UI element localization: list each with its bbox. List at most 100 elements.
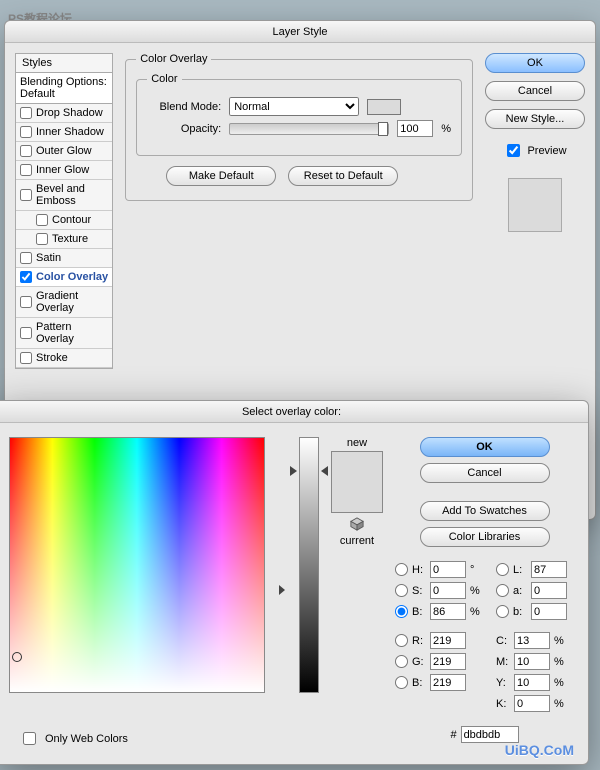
opacity-slider[interactable] [229, 123, 389, 135]
c-input[interactable] [514, 632, 550, 649]
s-radio[interactable] [395, 584, 408, 597]
opacity-input[interactable] [397, 120, 433, 137]
l-radio[interactable] [496, 563, 509, 576]
m-label: M: [496, 656, 510, 668]
m-input[interactable] [514, 653, 550, 670]
style-color-overlay[interactable]: Color Overlay [16, 268, 112, 287]
stroke-label: Stroke [36, 352, 68, 364]
s-label: S: [412, 585, 426, 597]
brightness-strip[interactable] [299, 437, 319, 693]
watermark-bottom: UiBQ.CoM [505, 742, 574, 758]
y-unit: % [554, 677, 566, 689]
preview-swatch [508, 178, 562, 232]
strip-knob-right-icon[interactable] [321, 466, 328, 476]
stroke-checkbox[interactable] [20, 352, 32, 364]
a-input[interactable] [531, 582, 567, 599]
gradient-overlay-label: Gradient Overlay [36, 290, 108, 314]
style-satin[interactable]: Satin [16, 249, 112, 268]
outer-glow-checkbox[interactable] [20, 145, 32, 157]
color-libraries-button[interactable]: Color Libraries [420, 527, 550, 547]
style-texture[interactable]: Texture [16, 230, 112, 249]
h-unit: ° [470, 564, 482, 576]
opacity-unit: % [441, 123, 451, 135]
g-radio[interactable] [395, 655, 408, 668]
b-input[interactable] [430, 603, 466, 620]
lab-b-input[interactable] [531, 603, 567, 620]
contour-label: Contour [52, 214, 91, 226]
picker-cancel-button[interactable]: Cancel [420, 463, 550, 483]
cube-icon[interactable] [350, 517, 364, 531]
k-unit: % [554, 698, 566, 710]
s-input[interactable] [430, 582, 466, 599]
color-spectrum[interactable] [9, 437, 265, 693]
h-input[interactable] [430, 561, 466, 578]
gradient-overlay-checkbox[interactable] [20, 296, 32, 308]
contour-checkbox[interactable] [36, 214, 48, 226]
style-pattern-overlay[interactable]: Pattern Overlay [16, 318, 112, 349]
inner-glow-checkbox[interactable] [20, 164, 32, 176]
y-input[interactable] [514, 674, 550, 691]
satin-label: Satin [36, 252, 61, 264]
a-radio[interactable] [496, 584, 509, 597]
pattern-overlay-checkbox[interactable] [20, 327, 32, 339]
color-group-title: Color [147, 73, 181, 85]
blend-mode-label: Blend Mode: [147, 101, 221, 113]
g-label: G: [412, 656, 426, 668]
new-label: new [329, 437, 385, 449]
style-bevel-emboss[interactable]: Bevel and Emboss [16, 180, 112, 211]
r-input[interactable] [430, 632, 466, 649]
style-stroke[interactable]: Stroke [16, 349, 112, 368]
hex-input[interactable] [461, 726, 519, 743]
g-input[interactable] [430, 653, 466, 670]
preview-checkbox-row[interactable]: Preview [503, 141, 566, 160]
only-web-colors-checkbox[interactable] [23, 732, 36, 745]
preview-checkbox[interactable] [507, 144, 520, 157]
m-unit: % [554, 656, 566, 668]
b2-radio[interactable] [395, 676, 408, 689]
style-gradient-overlay[interactable]: Gradient Overlay [16, 287, 112, 318]
spectrum-cursor[interactable] [12, 652, 22, 662]
texture-checkbox[interactable] [36, 233, 48, 245]
opacity-slider-thumb[interactable] [378, 122, 388, 136]
k-input[interactable] [514, 695, 550, 712]
texture-label: Texture [52, 233, 88, 245]
style-drop-shadow[interactable]: Drop Shadow [16, 104, 112, 123]
b-radio[interactable] [395, 605, 408, 618]
drop-shadow-checkbox[interactable] [20, 107, 32, 119]
new-style-button[interactable]: New Style... [485, 109, 585, 129]
overlay-color-swatch[interactable] [367, 99, 401, 115]
h-radio[interactable] [395, 563, 408, 576]
style-outer-glow[interactable]: Outer Glow [16, 142, 112, 161]
ok-button[interactable]: OK [485, 53, 585, 73]
style-inner-shadow[interactable]: Inner Shadow [16, 123, 112, 142]
bevel-emboss-checkbox[interactable] [20, 189, 32, 201]
new-current-swatch[interactable] [331, 451, 383, 513]
satin-checkbox[interactable] [20, 252, 32, 264]
b2-input[interactable] [430, 674, 466, 691]
strip-knob-left-icon[interactable] [290, 466, 297, 476]
style-inner-glow[interactable]: Inner Glow [16, 161, 112, 180]
add-to-swatches-button[interactable]: Add To Swatches [420, 501, 550, 521]
color-overlay-checkbox[interactable] [20, 271, 32, 283]
blend-mode-select[interactable]: Normal [229, 97, 359, 116]
make-default-button[interactable]: Make Default [166, 166, 276, 186]
picker-title: Select overlay color: [0, 401, 588, 423]
opacity-label: Opacity: [147, 123, 221, 135]
l-input[interactable] [531, 561, 567, 578]
r-radio[interactable] [395, 634, 408, 647]
blending-options[interactable]: Blending Options: Default [16, 73, 112, 104]
dialog-title: Layer Style [5, 21, 595, 43]
style-contour[interactable]: Contour [16, 211, 112, 230]
a-label: a: [513, 585, 527, 597]
picker-ok-button[interactable]: OK [420, 437, 550, 457]
inner-shadow-checkbox[interactable] [20, 126, 32, 138]
reset-default-button[interactable]: Reset to Default [288, 166, 398, 186]
styles-header[interactable]: Styles [16, 54, 112, 73]
dialog-buttons: OK Cancel New Style... Preview [485, 53, 585, 369]
only-web-colors-row[interactable]: Only Web Colors [19, 729, 128, 748]
y-label: Y: [496, 677, 510, 689]
b-unit: % [470, 606, 482, 618]
cancel-button[interactable]: Cancel [485, 81, 585, 101]
lab-b-label: b: [513, 606, 527, 618]
lab-b-radio[interactable] [496, 605, 509, 618]
